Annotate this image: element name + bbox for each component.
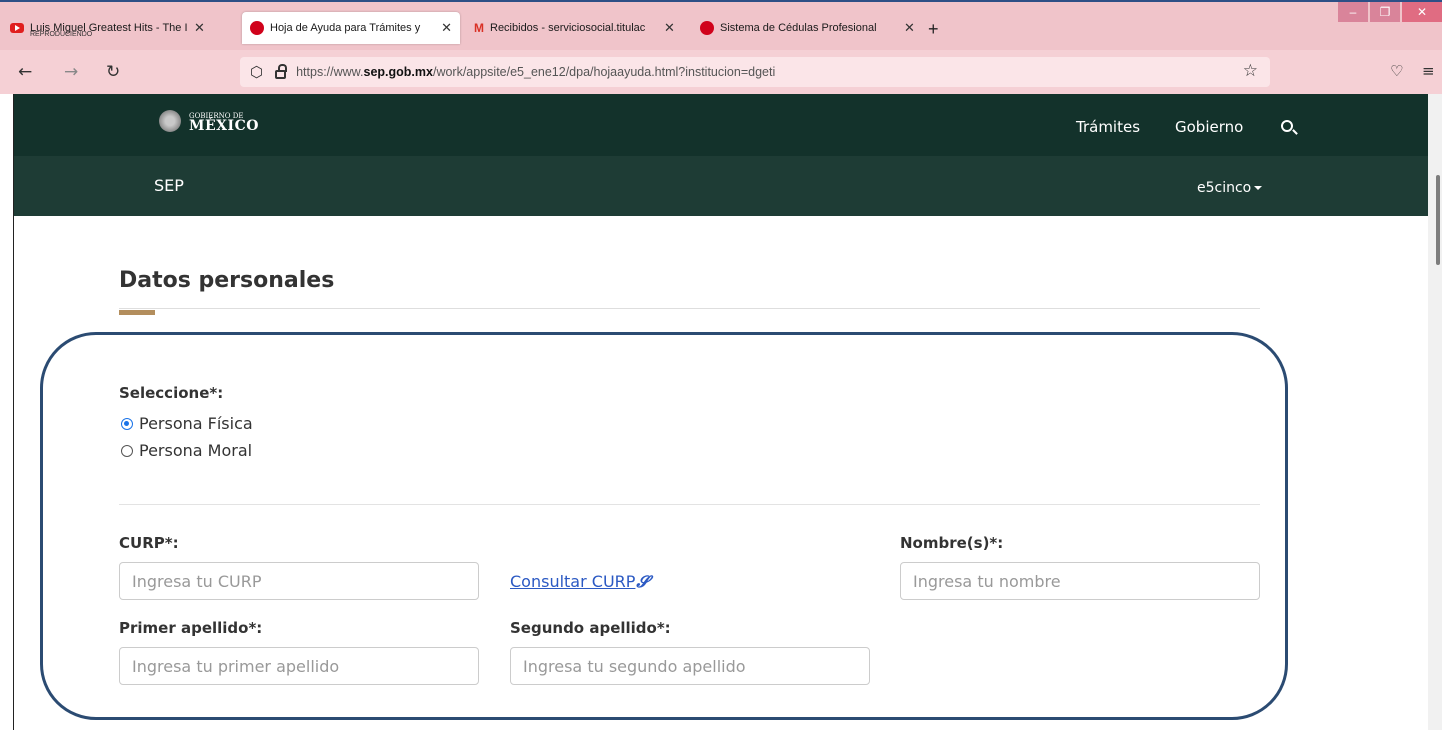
new-tab-button[interactable]: + <box>928 19 939 40</box>
site-icon <box>250 21 264 35</box>
tab-hoja-ayuda[interactable]: Hoja de Ayuda para Trámites y ✕ <box>242 12 460 44</box>
primer-apellido-label: Primer apellido*: <box>119 619 263 637</box>
page-title: Datos personales <box>119 268 335 293</box>
sep-header: SEP e5cinco <box>14 156 1428 216</box>
menu-icon[interactable]: ≡ <box>1422 62 1435 80</box>
primer-apellido-input[interactable] <box>119 647 479 685</box>
pocket-icon[interactable]: ♡ <box>1390 62 1403 80</box>
close-icon[interactable]: ✕ <box>441 20 452 36</box>
section-title[interactable]: SEP <box>154 176 184 195</box>
scrollbar-thumb[interactable] <box>1436 175 1440 265</box>
segundo-apellido-label: Segundo apellido*: <box>510 619 671 637</box>
browser-navigation-bar: ← → ↻ ⬡ https://www.sep.gob.mx/work/apps… <box>0 50 1442 94</box>
window-left-edge <box>0 94 14 730</box>
browser-tab-strip: Luis Miguel Greatest Hits - The I ✕ REPR… <box>0 0 1442 50</box>
title-accent-bar <box>119 310 155 315</box>
back-icon[interactable]: ← <box>18 62 32 82</box>
maximize-icon[interactable]: ❐ <box>1370 2 1400 22</box>
logo-text: GOBIERNO DE MÉXICO <box>189 112 259 134</box>
tab-title: Hoja de Ayuda para Trámites y <box>270 22 421 34</box>
seal-icon <box>159 110 181 132</box>
caret-down-icon <box>1254 186 1263 190</box>
gmail-icon: M <box>474 21 484 35</box>
radio-button[interactable] <box>121 444 133 457</box>
person-type-label: Seleccione*: <box>119 384 224 402</box>
url-text[interactable]: https://www.sep.gob.mx/work/appsite/e5_e… <box>296 65 775 79</box>
tab-title: Sistema de Cédulas Profesional <box>720 22 877 34</box>
radio-button-selected[interactable] <box>121 417 133 430</box>
nav-tramites[interactable]: Trámites <box>1076 118 1140 136</box>
minimize-icon[interactable]: – <box>1338 2 1368 22</box>
shield-icon[interactable]: ⬡ <box>250 63 263 81</box>
close-window-icon[interactable]: ✕ <box>1402 2 1442 22</box>
close-icon[interactable]: ✕ <box>904 20 915 36</box>
link-icon: 𝓢 <box>636 572 649 591</box>
segundo-apellido-input[interactable] <box>510 647 870 685</box>
curp-label: CURP*: <box>119 534 179 552</box>
radio-persona-moral[interactable]: Persona Moral <box>121 441 252 460</box>
gobierno-logo[interactable]: GOBIERNO DE MÉXICO <box>159 110 259 134</box>
radio-persona-fisica[interactable]: Persona Física <box>121 414 253 433</box>
forward-icon[interactable]: → <box>64 62 78 82</box>
radio-label: Persona Física <box>139 414 253 433</box>
site-icon <box>700 21 714 35</box>
nombre-input[interactable] <box>900 562 1260 600</box>
curp-input[interactable] <box>119 562 479 600</box>
address-bar[interactable]: ⬡ https://www.sep.gob.mx/work/appsite/e5… <box>240 57 1270 87</box>
title-divider <box>119 308 1260 309</box>
radio-label: Persona Moral <box>139 441 253 460</box>
nav-gobierno[interactable]: Gobierno <box>1175 118 1243 136</box>
gobierno-header: GOBIERNO DE MÉXICO Trámites Gobierno <box>14 94 1428 156</box>
tab-cedulas[interactable]: Sistema de Cédulas Profesional ✕ <box>700 12 915 44</box>
tab-subtitle: REPRODUCIENDO <box>30 31 93 38</box>
user-menu[interactable]: e5cinco <box>1197 180 1263 196</box>
tab-gmail[interactable]: M Recibidos - serviciosocial.titulac ✕ <box>474 12 675 44</box>
window-controls: – ❐ ✕ <box>1336 2 1442 24</box>
close-icon[interactable]: ✕ <box>664 20 675 36</box>
tab-title: Recibidos - serviciosocial.titulac <box>490 22 646 34</box>
lock-icon[interactable] <box>275 64 288 79</box>
search-icon[interactable] <box>1281 120 1293 132</box>
bookmark-star-icon[interactable]: ☆ <box>1243 61 1258 81</box>
nombre-label: Nombre(s)*: <box>900 534 1004 552</box>
youtube-icon <box>10 23 24 33</box>
close-icon[interactable]: ✕ <box>194 20 205 36</box>
section-divider <box>119 504 1260 505</box>
tab-youtube[interactable]: Luis Miguel Greatest Hits - The I ✕ REPR… <box>10 12 205 44</box>
reload-icon[interactable]: ↻ <box>106 62 120 82</box>
consultar-curp-link[interactable]: Consultar CURP𝓢 <box>510 572 649 592</box>
